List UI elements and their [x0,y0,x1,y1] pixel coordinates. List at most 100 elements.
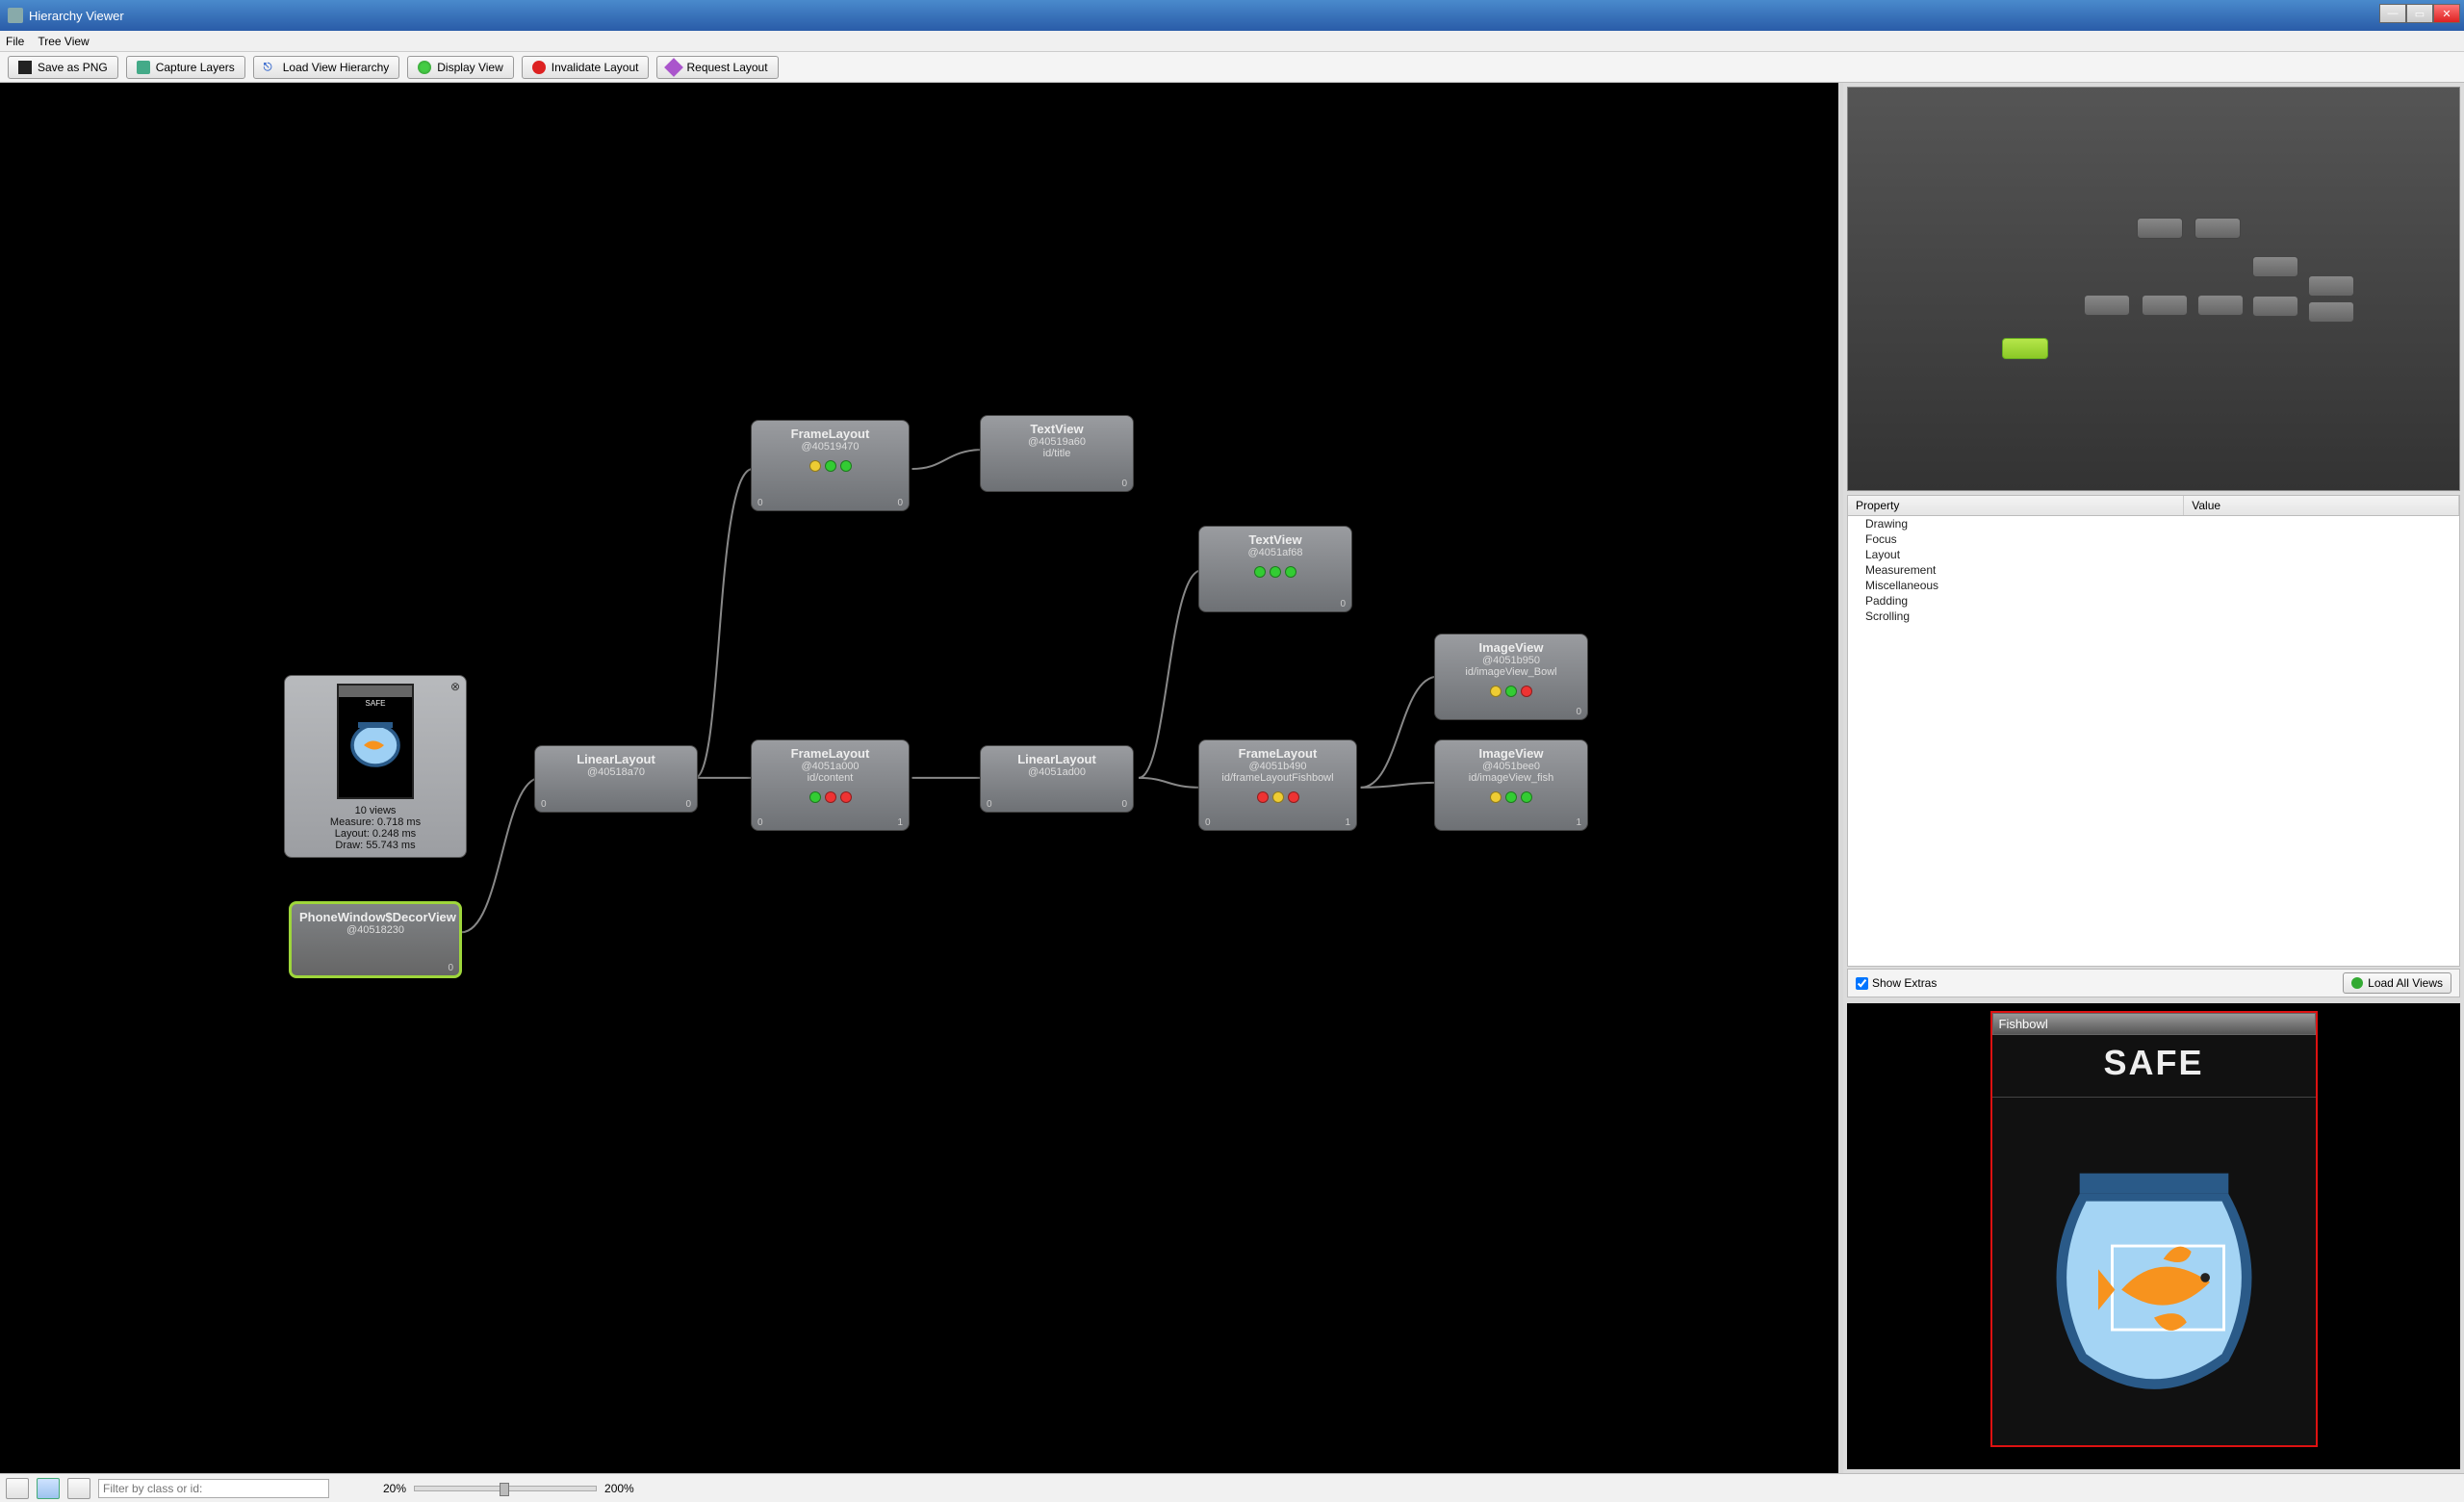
overview-node[interactable] [2194,218,2241,239]
preview-safe-text: SAFE [1992,1035,2316,1098]
show-extras-checkbox[interactable]: Show Extras [1856,976,1937,990]
prop-row[interactable]: Measurement [1848,562,2459,578]
prop-row[interactable]: Padding [1848,593,2459,609]
load-hierarchy-button[interactable]: ⎋Load View Hierarchy [253,56,400,79]
node-title: FrameLayout [759,746,901,761]
node-decorview[interactable]: PhoneWindow$DecorView @40518230 0 [289,901,462,978]
zoom-min-label: 20% [383,1482,406,1495]
node-id: id/title [988,448,1125,459]
invalidate-icon [532,61,546,74]
node-count-left: 0 [1205,817,1211,828]
overview-node[interactable] [2084,295,2130,316]
load-all-views-button[interactable]: Load All Views [2343,972,2451,994]
popup-thumbnail: SAFE [337,684,414,799]
filter-input[interactable] [98,1479,329,1498]
node-framelayout-1[interactable]: FrameLayout @40519470 0 0 [751,420,910,511]
show-extras-label: Show Extras [1872,976,1937,990]
minimize-button[interactable]: — [2379,4,2406,23]
request-label: Request Layout [686,61,767,74]
overview-node[interactable] [2142,295,2188,316]
prop-row[interactable]: Scrolling [1848,609,2459,624]
node-title: TextView [988,422,1125,436]
view-mode-1-button[interactable] [6,1478,29,1499]
toolbar: Save as PNG Capture Layers ⎋Load View Hi… [0,52,2464,83]
thumb-safe-label: SAFE [339,697,412,708]
popup-close-icon[interactable]: ⊗ [450,680,460,693]
node-addr: @40518230 [299,924,451,936]
popup-viewcount: 10 views [291,805,460,816]
layers-icon [137,61,150,74]
overview-node[interactable] [2308,301,2354,323]
dot-icon [1505,686,1517,697]
prop-row[interactable]: Focus [1848,531,2459,547]
node-addr: @40519a60 [988,436,1125,448]
node-linearlayout-1[interactable]: LinearLayout @40518a70 0 0 [534,745,698,813]
node-id: id/imageView_Bowl [1443,666,1579,678]
prop-row[interactable]: Layout [1848,547,2459,562]
zoom-thumb[interactable] [500,1483,509,1496]
node-title: PhoneWindow$DecorView [299,910,451,924]
node-textview-title[interactable]: TextView @40519a60 id/title 0 [980,415,1134,492]
hierarchy-canvas[interactable]: ⊗ SAFE 10 views Measure: 0.718 ms Layout… [0,83,1838,1473]
overview-node[interactable] [2197,295,2244,316]
dot-icon [1490,791,1502,803]
prop-row[interactable]: Drawing [1848,516,2459,531]
layout-preview[interactable]: Fishbowl SAFE [1847,1003,2460,1469]
col-value[interactable]: Value [2184,496,2459,515]
fishbowl-icon [2015,1136,2294,1397]
node-count-left: 0 [541,799,547,810]
col-property[interactable]: Property [1848,496,2184,515]
reload-icon [2351,977,2363,989]
overview-node[interactable] [2137,218,2183,239]
node-title: ImageView [1443,640,1579,655]
overview-map[interactable] [1847,87,2460,491]
dot-icon [1521,686,1532,697]
node-addr: @4051b950 [1443,655,1579,666]
maximize-button[interactable]: ▭ [2406,4,2433,23]
node-imageview-fish[interactable]: ImageView @4051bee0 id/imageView_fish 1 [1434,739,1588,831]
capture-label: Capture Layers [156,61,235,74]
statusbar: 20% 200% [0,1473,2464,1502]
display-label: Display View [437,61,502,74]
node-textview-2[interactable]: TextView @4051af68 0 [1198,526,1352,612]
display-icon [418,61,431,74]
view-mode-2-button[interactable] [37,1478,60,1499]
node-framelayout-fishbowl[interactable]: FrameLayout @4051b490 id/frameLayoutFish… [1198,739,1357,831]
app-icon [8,8,23,23]
overview-node[interactable] [2252,296,2298,317]
node-addr: @4051bee0 [1443,761,1579,772]
prop-row[interactable]: Miscellaneous [1848,578,2459,593]
node-title: LinearLayout [543,752,689,766]
node-count-right: 0 [1340,599,1346,609]
node-addr: @4051af68 [1207,547,1344,558]
request-icon [665,58,684,77]
capture-layers-button[interactable]: Capture Layers [126,56,245,79]
node-title: FrameLayout [1207,746,1348,761]
node-count-right: 1 [897,817,903,828]
popup-measure: Measure: 0.718 ms [291,816,460,828]
view-mode-3-button[interactable] [67,1478,90,1499]
display-view-button[interactable]: Display View [407,56,513,79]
menu-file[interactable]: File [6,35,24,48]
menu-treeview[interactable]: Tree View [38,35,89,48]
show-extras-input[interactable] [1856,977,1868,990]
node-framelayout-content[interactable]: FrameLayout @4051a000 id/content 0 1 [751,739,910,831]
popup-draw: Draw: 55.743 ms [291,840,460,851]
menubar: File Tree View [0,31,2464,52]
node-count-right: 0 [448,963,453,973]
node-imageview-bowl[interactable]: ImageView @4051b950 id/imageView_Bowl 0 [1434,634,1588,720]
property-rows[interactable]: Drawing Focus Layout Measurement Miscell… [1848,516,2459,966]
invalidate-layout-button[interactable]: Invalidate Layout [522,56,650,79]
node-linearlayout-2[interactable]: LinearLayout @4051ad00 0 0 [980,745,1134,813]
close-button[interactable]: ✕ [2433,4,2460,23]
node-title: TextView [1207,532,1344,547]
overview-node[interactable] [2308,275,2354,297]
dot-icon [809,460,821,472]
invalidate-label: Invalidate Layout [552,61,639,74]
overview-node[interactable] [2252,256,2298,277]
window-title: Hierarchy Viewer [29,9,124,23]
request-layout-button[interactable]: Request Layout [656,56,778,79]
save-as-png-button[interactable]: Save as PNG [8,56,118,79]
zoom-slider[interactable] [414,1486,597,1491]
overview-node[interactable] [2002,338,2048,359]
